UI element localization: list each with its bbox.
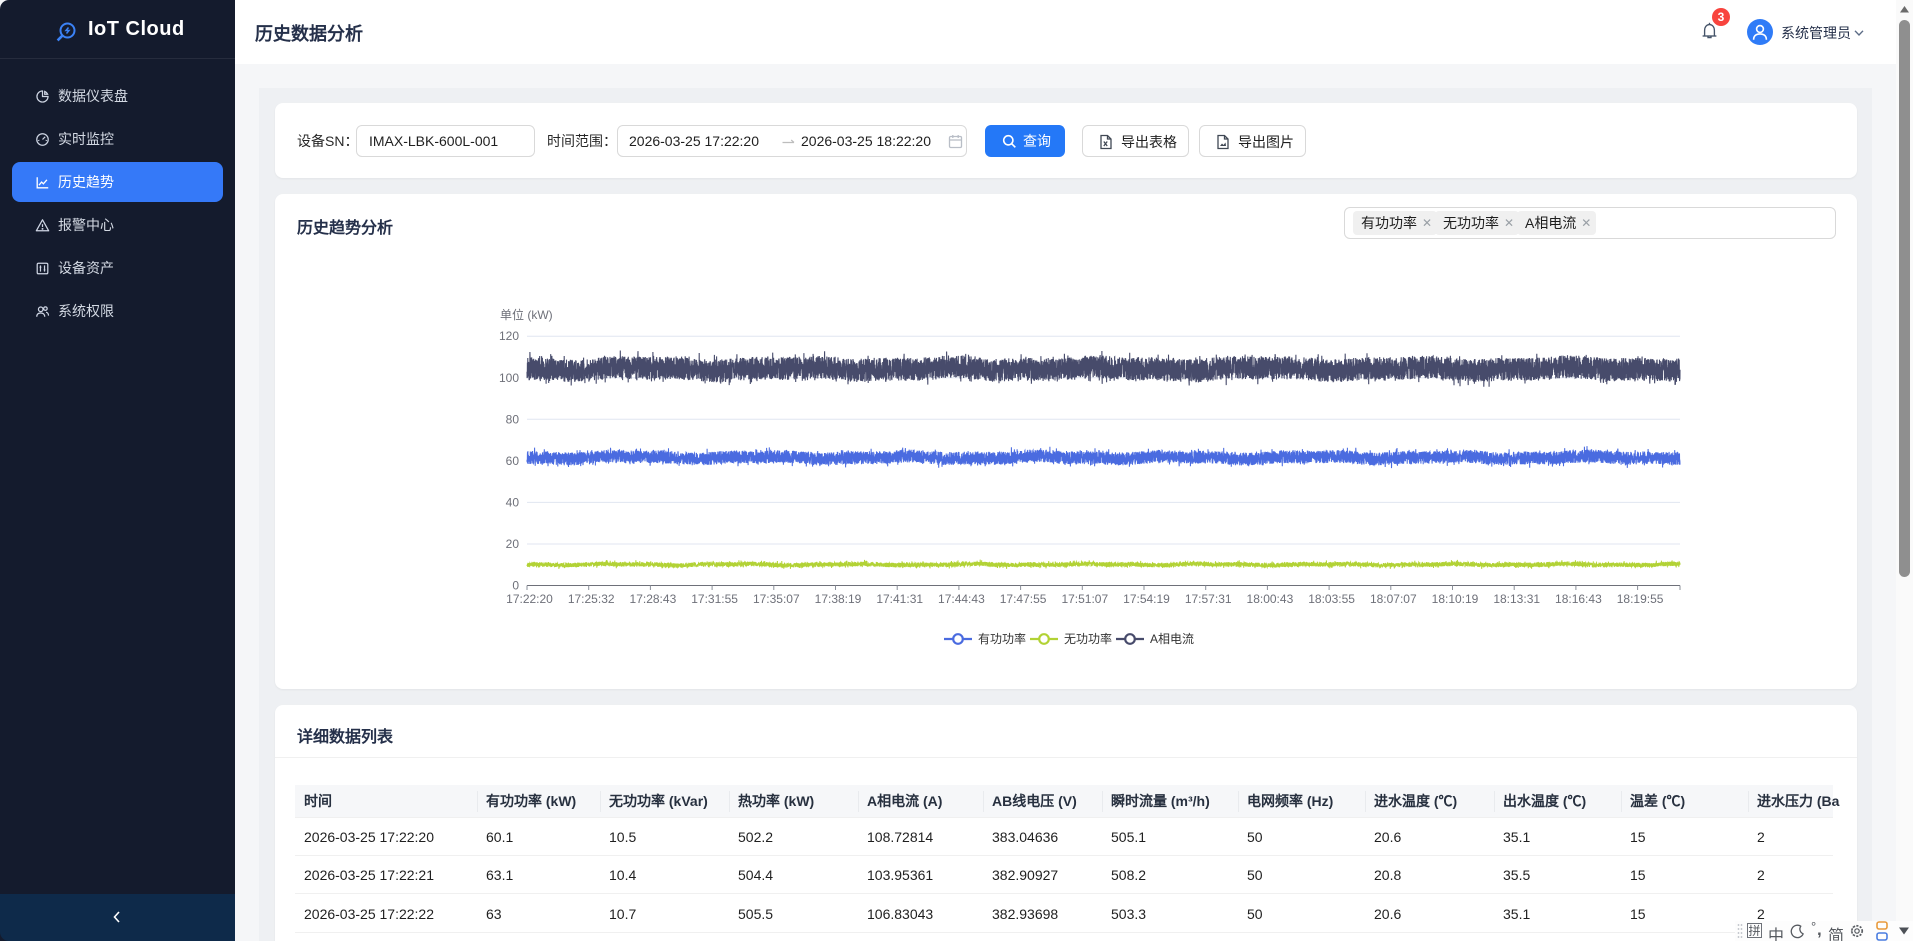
svg-text:80: 80: [506, 412, 520, 426]
svg-text:17:57:31: 17:57:31: [1185, 592, 1232, 606]
svg-text:17:51:07: 17:51:07: [1061, 592, 1108, 606]
svg-text:0: 0: [512, 579, 519, 593]
svg-text:18:19:55: 18:19:55: [1617, 592, 1664, 606]
svg-text:17:28:43: 17:28:43: [630, 592, 677, 606]
svg-text:17:22:20: 17:22:20: [506, 592, 553, 606]
svg-text:100: 100: [499, 371, 519, 385]
svg-text:17:38:19: 17:38:19: [815, 592, 862, 606]
svg-text:18:16:43: 18:16:43: [1555, 592, 1602, 606]
svg-text:18:00:43: 18:00:43: [1247, 592, 1294, 606]
svg-text:17:44:43: 17:44:43: [938, 592, 985, 606]
svg-text:18:03:55: 18:03:55: [1308, 592, 1355, 606]
svg-text:单位 (kW): 单位 (kW): [500, 307, 553, 322]
svg-text:17:25:32: 17:25:32: [568, 592, 615, 606]
svg-text:无功功率: 无功功率: [1064, 631, 1112, 646]
svg-text:17:41:31: 17:41:31: [876, 592, 923, 606]
svg-text:40: 40: [506, 495, 520, 509]
svg-text:18:10:19: 18:10:19: [1432, 592, 1479, 606]
svg-text:17:47:55: 17:47:55: [1000, 592, 1047, 606]
svg-text:17:31:55: 17:31:55: [691, 592, 738, 606]
svg-text:60: 60: [506, 454, 520, 468]
svg-text:120: 120: [499, 329, 519, 343]
svg-text:17:54:19: 17:54:19: [1123, 592, 1170, 606]
svg-text:20: 20: [506, 537, 520, 551]
svg-text:有功功率: 有功功率: [978, 631, 1026, 646]
svg-text:17:35:07: 17:35:07: [753, 592, 800, 606]
svg-text:18:07:07: 18:07:07: [1370, 592, 1417, 606]
svg-text:18:13:31: 18:13:31: [1493, 592, 1540, 606]
svg-text:A相电流: A相电流: [1150, 632, 1194, 646]
